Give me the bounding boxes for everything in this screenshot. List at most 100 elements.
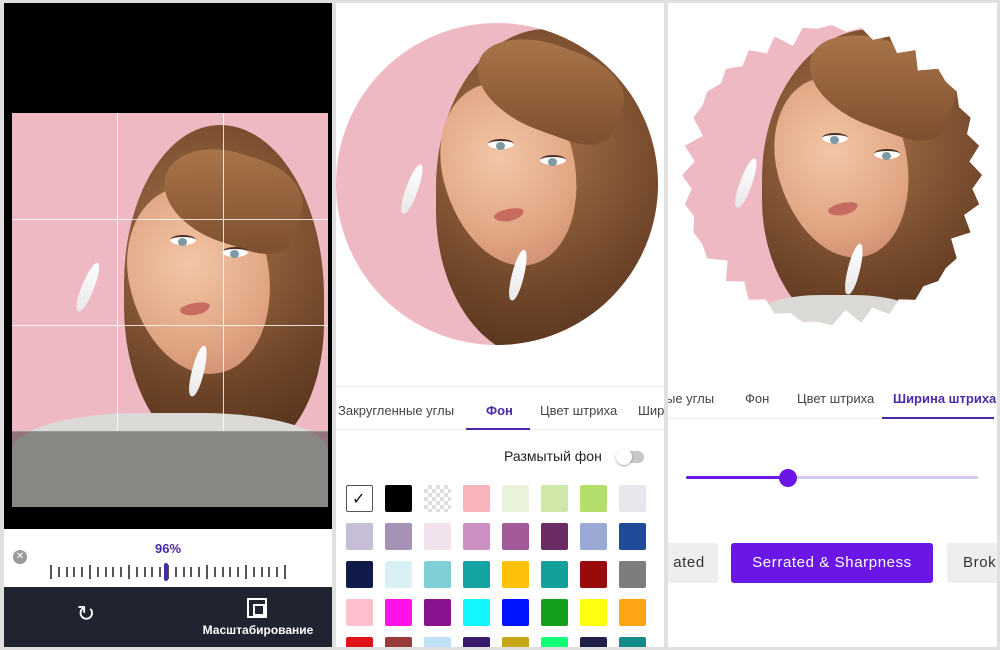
color-swatch[interactable] (541, 561, 568, 588)
color-swatch[interactable] (463, 523, 490, 550)
ruler-tick (252, 567, 255, 577)
blur-background-label: Размытый фон (504, 448, 602, 464)
color-swatch[interactable] (619, 523, 646, 550)
circle-photo-preview (336, 23, 658, 345)
color-swatch[interactable] (424, 523, 451, 550)
style-button-prev[interactable]: ated (668, 543, 718, 583)
ruler-tick (50, 565, 52, 579)
color-swatch[interactable] (463, 561, 490, 588)
color-swatch[interactable] (580, 599, 607, 626)
ruler-tick (112, 567, 115, 577)
tab-stroke-color[interactable]: Цвет штриха (797, 391, 874, 406)
tab-bar: Закругленные углы Фон Цвет штриха Шир (336, 386, 664, 430)
active-tab-indicator (466, 428, 530, 430)
color-swatch[interactable] (385, 485, 412, 512)
style-button-next[interactable]: Brok (947, 543, 997, 583)
check-icon: ✓ (352, 491, 366, 508)
color-swatch[interactable] (463, 485, 490, 512)
ruler-tick (198, 567, 201, 577)
color-swatch[interactable] (580, 637, 607, 647)
color-swatch[interactable] (619, 561, 646, 588)
ruler-tick (206, 565, 208, 579)
tab-background[interactable]: Фон (745, 391, 769, 406)
color-swatch[interactable] (385, 561, 412, 588)
tab-stroke-color[interactable]: Цвет штриха (540, 403, 617, 418)
color-swatch[interactable] (541, 599, 568, 626)
bottom-action-bar: ↻ Масштабирование (4, 587, 332, 647)
ruler-tick (229, 567, 232, 577)
ruler-tick (57, 567, 60, 577)
ruler-tick (135, 567, 138, 577)
ruler-tick (221, 567, 224, 577)
color-swatch[interactable] (424, 637, 451, 647)
tab-stroke-width[interactable]: Ширина штриха (893, 391, 996, 406)
ruler-tick (73, 567, 76, 577)
ruler-tick (96, 567, 99, 577)
ruler-tick (143, 567, 146, 577)
active-tab-indicator (882, 417, 994, 419)
style-button-serrated-sharpness[interactable]: Serrated & Sharpness (731, 543, 933, 583)
color-swatch[interactable] (541, 485, 568, 512)
ruler-tick (245, 565, 247, 579)
color-swatch[interactable] (580, 561, 607, 588)
ruler-tick (65, 567, 68, 577)
crop-screen: ✕ 96% ↻ Масштабирование (4, 3, 332, 647)
color-swatch[interactable] (541, 637, 568, 647)
color-swatch[interactable] (424, 599, 451, 626)
color-swatch[interactable] (424, 561, 451, 588)
color-swatch[interactable] (346, 599, 373, 626)
zoom-ruler-slider[interactable] (50, 563, 286, 581)
tab-rounded-corners[interactable]: Закругленные углы (338, 403, 454, 418)
color-swatch[interactable] (424, 485, 451, 512)
slider-thumb[interactable] (779, 469, 798, 487)
ruler-tick (182, 567, 185, 577)
color-swatch[interactable] (619, 637, 646, 647)
ruler-tick (81, 567, 84, 577)
crop-outside-shade (12, 431, 328, 507)
ruler-tick (213, 567, 216, 577)
color-swatch[interactable] (541, 523, 568, 550)
fit-screen-icon[interactable] (247, 598, 267, 618)
ruler-tick (284, 565, 286, 579)
stroke-screen: ые углы Фон Цвет штриха Ширина штриха at… (668, 3, 997, 647)
color-swatch[interactable] (502, 637, 529, 647)
blur-background-toggle[interactable] (616, 449, 644, 465)
tab-bar: ые углы Фон Цвет штриха Ширина штриха (668, 375, 997, 419)
color-swatch[interactable] (463, 599, 490, 626)
ruler-tick (104, 567, 107, 577)
stroke-width-slider[interactable] (686, 469, 978, 487)
ruler-tick (128, 565, 130, 579)
color-swatch[interactable] (385, 637, 412, 647)
color-swatch[interactable] (580, 485, 607, 512)
color-swatch[interactable] (346, 637, 373, 647)
background-screen: Закругленные углы Фон Цвет штриха Шир Ра… (336, 3, 664, 647)
refresh-icon[interactable]: ↻ (75, 603, 97, 625)
ruler-tick (159, 567, 162, 577)
color-swatch[interactable] (346, 561, 373, 588)
ruler-tick (276, 567, 279, 577)
zoom-percent: 96% (154, 541, 182, 556)
zoom-marker[interactable] (164, 563, 169, 581)
ruler-tick (174, 567, 177, 577)
color-swatch[interactable]: ✓ (346, 485, 373, 512)
color-swatch[interactable] (502, 561, 529, 588)
color-swatch[interactable] (502, 599, 529, 626)
tab-rounded-corners[interactable]: ые углы (668, 391, 714, 406)
ruler-tick (89, 565, 91, 579)
color-swatch[interactable] (619, 485, 646, 512)
ruler-tick (190, 567, 193, 577)
color-swatch[interactable] (502, 485, 529, 512)
color-swatch[interactable] (385, 523, 412, 550)
color-swatch[interactable] (580, 523, 607, 550)
color-swatch[interactable] (463, 637, 490, 647)
tab-background[interactable]: Фон (486, 403, 513, 418)
zoom-button-label[interactable]: Масштабирование (196, 623, 320, 637)
tab-stroke-width[interactable]: Шир (638, 403, 664, 418)
color-swatch[interactable] (619, 599, 646, 626)
zoom-toolbar: ✕ 96% (4, 529, 332, 587)
color-swatch[interactable] (502, 523, 529, 550)
screenshot-collage: ✕ 96% ↻ Масштабирование Закругленные угл… (0, 0, 1000, 650)
color-swatch[interactable] (346, 523, 373, 550)
ruler-tick (120, 567, 123, 577)
color-swatch[interactable] (385, 599, 412, 626)
